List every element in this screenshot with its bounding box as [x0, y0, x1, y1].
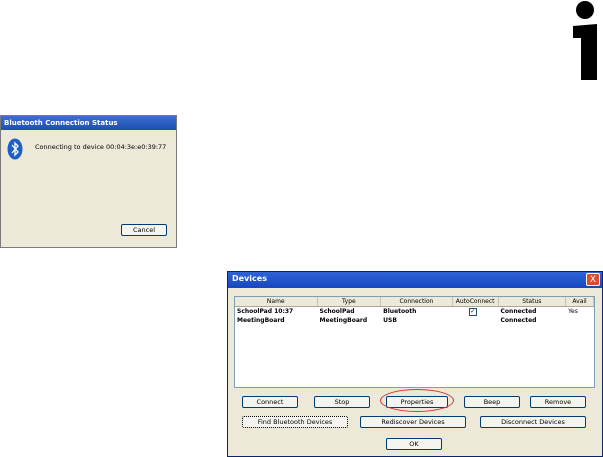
autoconnect-cell — [453, 316, 499, 325]
disconnect-devices-button[interactable]: Disconnect Devices — [480, 416, 586, 428]
connect-button[interactable]: Connect — [242, 396, 298, 408]
device-type: MeetingBoard — [319, 317, 368, 324]
autoconnect-cell: ✓ — [453, 307, 499, 316]
title-bar: Devices X — [228, 272, 602, 288]
cancel-button[interactable]: Cancel — [121, 224, 167, 236]
remove-button[interactable]: Remove — [530, 396, 586, 408]
device-status: Connected — [500, 308, 537, 315]
device-name: SchoolPad 10:37 — [237, 308, 294, 315]
find-bluetooth-devices-button[interactable]: Find Bluetooth Devices — [242, 416, 348, 428]
close-button[interactable]: X — [586, 273, 600, 286]
column-header-name[interactable]: Name — [235, 297, 318, 306]
device-list[interactable]: Name Type Connection AutoConnect Status … — [234, 296, 595, 388]
autoconnect-checkbox[interactable]: ✓ — [468, 308, 477, 316]
column-header-autoconnect[interactable]: AutoConnect — [453, 297, 499, 306]
rediscover-devices-button[interactable]: Rediscover Devices — [360, 416, 466, 428]
device-connection: USB — [383, 317, 397, 324]
device-avail — [566, 316, 594, 325]
column-header-connection[interactable]: Connection — [381, 297, 453, 306]
device-avail: Yes — [568, 308, 578, 315]
properties-highlight — [380, 389, 454, 412]
bluetooth-icon — [7, 138, 23, 160]
beep-button[interactable]: Beep — [464, 396, 520, 408]
bluetooth-status-dialog: Bluetooth Connection Status Connecting t… — [0, 115, 177, 248]
devices-dialog: Devices X Name Type Connection AutoConne… — [227, 271, 603, 457]
stop-button[interactable]: Stop — [314, 396, 370, 408]
ok-button[interactable]: OK — [386, 438, 442, 450]
column-header-status[interactable]: Status — [499, 297, 567, 306]
list-header: Name Type Connection AutoConnect Status … — [235, 297, 594, 307]
device-status: Connected — [500, 317, 537, 324]
table-row[interactable]: MeetingBoard MeetingBoard USB Connected — [235, 316, 594, 325]
table-row[interactable]: SchoolPad 10:37 SchoolPad Bluetooth ✓ Co… — [235, 307, 594, 316]
device-name: MeetingBoard — [237, 317, 285, 324]
dialog-title: Devices — [232, 274, 267, 283]
column-header-avail[interactable]: Avail — [566, 297, 594, 306]
connection-message: Connecting to device 00:04:3e:e0:39:77 — [35, 143, 167, 151]
device-connection: Bluetooth — [383, 308, 417, 315]
info-icon — [573, 1, 597, 80]
dialog-title: Bluetooth Connection Status — [1, 116, 176, 130]
device-type: SchoolPad — [319, 308, 355, 315]
column-header-type[interactable]: Type — [318, 297, 382, 306]
